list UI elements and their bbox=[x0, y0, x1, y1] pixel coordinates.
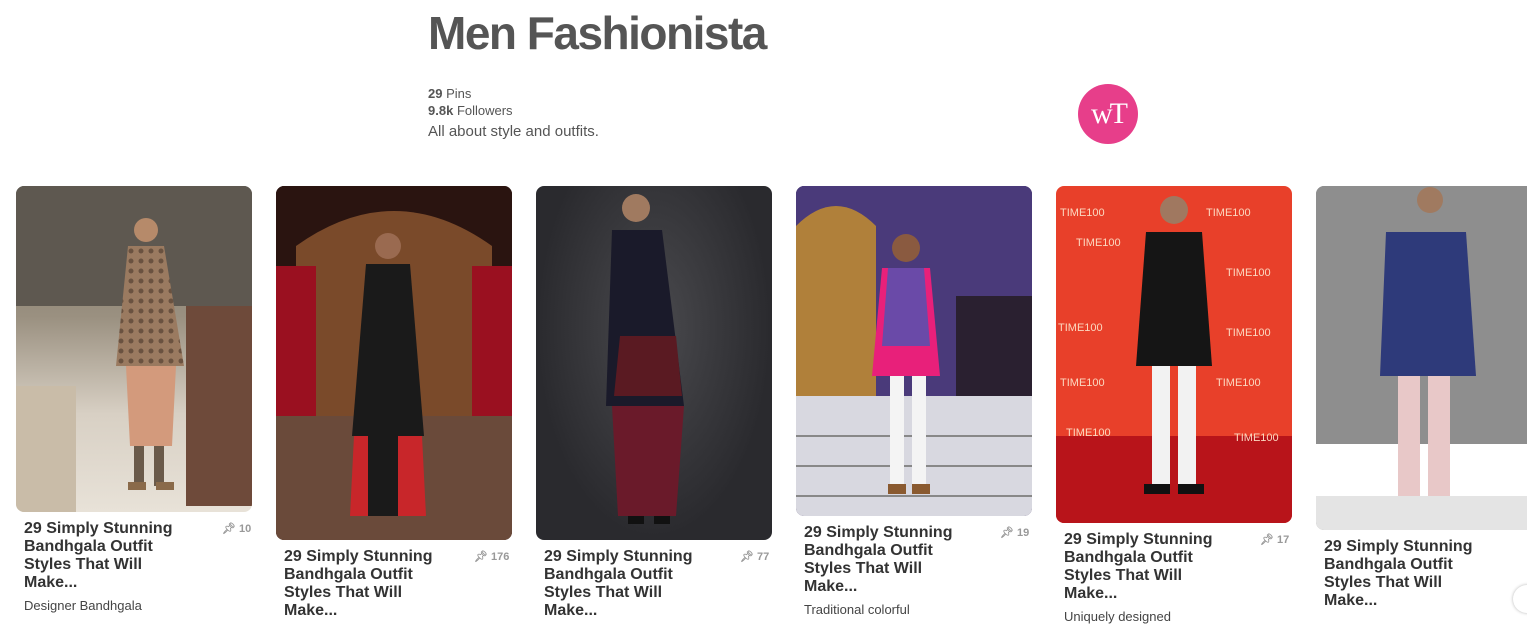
followers-count-stat[interactable]: 9.8k Followers bbox=[428, 102, 513, 119]
repin-count: 📌︎ 77 bbox=[740, 550, 769, 563]
pin-image[interactable]: TIME100 TIME100 TIME100 TIME100 TIME100 TIM… bbox=[1056, 186, 1292, 523]
repin-count-value: 77 bbox=[757, 551, 770, 563]
pins-count-stat[interactable]: 29 Pins bbox=[428, 85, 513, 102]
svg-text:TIME100: TIME100 bbox=[1216, 377, 1261, 389]
svg-text:TIME100: TIME100 bbox=[1226, 327, 1271, 339]
pin-title[interactable]: 29 Simply Stunning Bandhgala Outfit Styl… bbox=[1324, 538, 1494, 610]
svg-text:TIME100: TIME100 bbox=[1060, 377, 1105, 389]
repin-count-value: 10 bbox=[239, 523, 252, 535]
svg-text:TIME100: TIME100 bbox=[1234, 432, 1279, 444]
repin-count-value: 176 bbox=[491, 551, 510, 563]
svg-text:TIME100: TIME100 bbox=[1058, 322, 1103, 334]
pin-description: Uniquely designed bbox=[1064, 609, 1171, 624]
repin-count: 📌︎ 17 bbox=[1260, 533, 1289, 546]
pin-icon: 📌︎ bbox=[474, 551, 488, 563]
pin-image[interactable] bbox=[796, 186, 1032, 516]
pin-icon: 📌︎ bbox=[1260, 534, 1274, 546]
repin-count-value: 19 bbox=[1017, 527, 1030, 539]
pin-title[interactable]: 29 Simply Stunning Bandhgala Outfit Styl… bbox=[544, 548, 714, 620]
board-description: All about style and outfits. bbox=[428, 123, 599, 140]
svg-text:TIME100: TIME100 bbox=[1066, 427, 1111, 439]
pin-description: Traditional colorful bbox=[804, 602, 910, 617]
board-title: Men Fashionista bbox=[428, 7, 767, 59]
followers-label: Followers bbox=[456, 103, 513, 118]
pin-image-figure: TIME100 TIME100 TIME100 TIME100 TIME100 TIM… bbox=[1056, 196, 1292, 523]
wt-logo[interactable]: wT bbox=[1078, 84, 1138, 144]
pin-image-figure bbox=[16, 186, 252, 512]
pins-label: Pins bbox=[446, 86, 472, 101]
pin-image-figure bbox=[796, 186, 1032, 516]
repin-count: 📌︎ 10 bbox=[222, 522, 251, 535]
pin-image[interactable] bbox=[536, 186, 772, 540]
repin-count: 📌︎ 176 bbox=[474, 550, 509, 563]
pin-card[interactable]: 29 Simply Stunning Bandhgala Outfit Styl… bbox=[796, 186, 1032, 617]
pin-icon: 📌︎ bbox=[1000, 527, 1014, 539]
pin-description: Designer Bandhgala bbox=[24, 598, 142, 613]
pin-icon: 📌︎ bbox=[222, 523, 236, 535]
pin-card[interactable]: 29 Simply Stunning Bandhgala Outfit Styl… bbox=[276, 186, 512, 619]
pin-title[interactable]: 29 Simply Stunning Bandhgala Outfit Styl… bbox=[24, 520, 194, 592]
followers-count: 9.8k bbox=[428, 103, 454, 118]
scroll-right-button[interactable] bbox=[1513, 585, 1527, 613]
pin-title[interactable]: 29 Simply Stunning Bandhgala Outfit Styl… bbox=[284, 548, 454, 620]
svg-text:TIME100: TIME100 bbox=[1226, 267, 1271, 279]
pin-icon: 📌︎ bbox=[740, 551, 754, 563]
board-stats: 29 Pins 9.8k Followers bbox=[428, 85, 513, 119]
pin-card[interactable]: 29 Simply Stunning Bandhgala Outfit Styl… bbox=[1316, 186, 1527, 609]
pin-card[interactable]: 29 Simply Stunning Bandhgala Outfit Styl… bbox=[536, 186, 772, 619]
pin-image-figure bbox=[276, 186, 512, 540]
logo-text: wT bbox=[1091, 97, 1128, 130]
pin-image-figure bbox=[606, 194, 684, 524]
pins-count: 29 bbox=[428, 86, 443, 101]
svg-text:TIME100: TIME100 bbox=[1076, 237, 1121, 249]
pin-title[interactable]: 29 Simply Stunning Bandhgala Outfit Styl… bbox=[1064, 531, 1234, 603]
pin-image[interactable] bbox=[276, 186, 512, 540]
pin-card[interactable]: TIME100 TIME100 TIME100 TIME100 TIME100 TIM… bbox=[1056, 186, 1292, 624]
repin-count-value: 17 bbox=[1277, 534, 1290, 546]
pin-image-figure bbox=[1316, 186, 1527, 530]
svg-text:TIME100: TIME100 bbox=[1206, 207, 1251, 219]
pin-image[interactable] bbox=[16, 186, 252, 512]
svg-text:TIME100: TIME100 bbox=[1060, 207, 1105, 219]
repin-count: 📌︎ 19 bbox=[1000, 526, 1029, 539]
pin-image[interactable] bbox=[1316, 186, 1527, 530]
pin-title[interactable]: 29 Simply Stunning Bandhgala Outfit Styl… bbox=[804, 524, 974, 596]
pin-card[interactable]: 29 Simply Stunning Bandhgala Outfit Styl… bbox=[16, 186, 252, 613]
